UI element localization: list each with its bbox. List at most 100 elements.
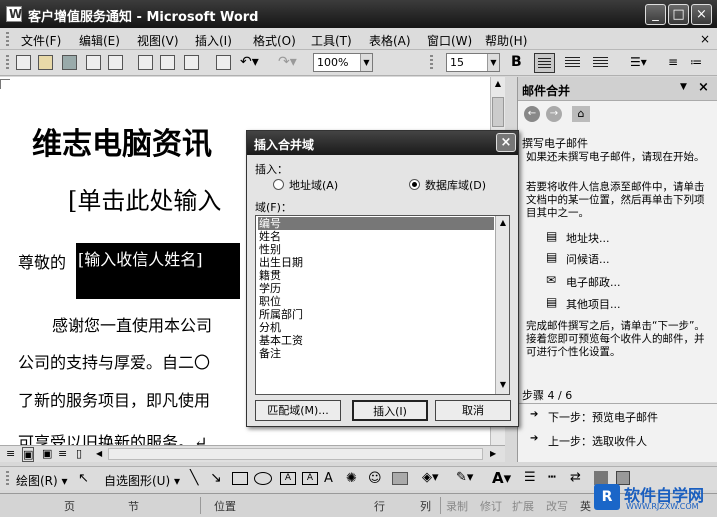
drawbar-grip[interactable] (6, 471, 9, 487)
autoshapes-menu[interactable]: 自选图形(U) ▾ (104, 472, 180, 489)
menu-format[interactable]: 格式(O) (253, 32, 296, 49)
doc-greeting-prefix[interactable]: 尊敬的 (18, 249, 66, 273)
list-item[interactable]: 分机 (258, 321, 494, 334)
link-previous-step[interactable]: 上一步：选取收件人 (548, 433, 647, 449)
spelling-icon[interactable] (184, 55, 199, 70)
oval-icon[interactable] (254, 472, 272, 485)
textbox-icon[interactable]: A (280, 472, 296, 485)
list-item[interactable]: 籍贯 (258, 269, 494, 282)
line-color-icon[interactable]: ✎▾ (456, 470, 473, 485)
list-item[interactable]: 备注 (258, 347, 494, 360)
scroll-right-icon[interactable]: ▶ (490, 449, 496, 458)
status-overtype[interactable]: 改写 (546, 498, 568, 514)
list-item[interactable]: 性别 (258, 243, 494, 256)
bold-button[interactable]: B (511, 54, 522, 70)
menu-edit[interactable]: 编辑(E) (79, 32, 120, 49)
dialog-close-icon[interactable]: × (496, 133, 516, 152)
list-item[interactable]: 职位 (258, 295, 494, 308)
home-icon[interactable]: ⌂ (572, 106, 590, 122)
align-left-button[interactable] (534, 53, 555, 73)
doc-paragraph-1[interactable]: 感谢您一直使用本公司 (52, 312, 212, 336)
radio-database-label[interactable]: 数据库域(D) (425, 177, 486, 193)
numbering-icon[interactable]: ≡ (668, 55, 678, 69)
scroll-up-icon[interactable]: ▲ (497, 218, 509, 227)
task-pane-menu-icon[interactable]: ▼ (680, 82, 687, 92)
menu-tools[interactable]: 工具(T) (311, 32, 352, 49)
menu-table[interactable]: 表格(A) (369, 32, 411, 49)
rectangle-icon[interactable] (232, 472, 248, 485)
link-next-step[interactable]: 下一步：预览电子邮件 (548, 409, 658, 425)
line-icon[interactable]: ╲ (190, 470, 198, 486)
list-item[interactable]: 基本工资 (258, 334, 494, 347)
open-folder-icon[interactable] (38, 55, 53, 70)
link-epostage[interactable]: 电子邮政... (566, 274, 621, 290)
format-painter-icon[interactable] (216, 55, 231, 70)
task-pane-close-icon[interactable]: × (698, 80, 709, 95)
menu-insert[interactable]: 插入(I) (195, 32, 232, 49)
radio-address-field[interactable] (273, 179, 284, 190)
bullets-icon[interactable]: ≔ (690, 55, 702, 69)
clipart-icon[interactable]: ☺ (368, 471, 382, 486)
font-size-select[interactable]: 15 ▼ (446, 53, 500, 72)
menubar-close-icon[interactable]: × (700, 32, 710, 46)
menu-view[interactable]: 视图(V) (137, 32, 179, 49)
word-app-icon[interactable] (6, 6, 22, 22)
diagram-icon[interactable]: ✺ (346, 471, 357, 486)
doc-subtitle[interactable]: [单击此处输入 (68, 181, 221, 216)
reading-view-icon[interactable]: ▯ (76, 447, 82, 460)
chevron-down-icon[interactable]: ▼ (487, 54, 499, 71)
arrow-style-icon[interactable]: ⇄ (570, 470, 581, 485)
picture-icon[interactable] (392, 472, 408, 485)
print-icon[interactable] (138, 55, 153, 70)
menu-window[interactable]: 窗口(W) (427, 32, 472, 49)
align-right-button[interactable] (590, 53, 611, 73)
doc-heading[interactable]: 维志电脑资讯 (32, 119, 212, 163)
link-address-block[interactable]: 地址块... (566, 230, 610, 246)
menu-help[interactable]: 帮助(H) (485, 32, 527, 49)
print-preview-icon[interactable] (160, 55, 175, 70)
link-more-items[interactable]: 其他项目... (566, 296, 621, 312)
draw-menu[interactable]: 绘图(R) ▾ (16, 472, 68, 489)
scroll-thumb[interactable] (492, 97, 504, 127)
print-view-icon[interactable]: ▣ (42, 447, 52, 460)
match-fields-button[interactable]: 匹配域(M)... (255, 400, 341, 421)
vertical-textbox-icon[interactable]: A (302, 472, 318, 485)
redo-icon[interactable]: ↷▾ (278, 54, 297, 70)
radio-database-field[interactable] (409, 179, 420, 190)
recipient-placeholder[interactable]: [输入收信人姓名] (76, 243, 240, 299)
permission-icon[interactable] (86, 55, 101, 70)
status-track-changes[interactable]: 修订 (480, 498, 502, 514)
list-item[interactable]: 出生日期 (258, 256, 494, 269)
minimize-button[interactable]: _ (645, 4, 666, 25)
list-item[interactable]: 所属部门 (258, 308, 494, 321)
insert-button[interactable]: 插入(I) (352, 400, 428, 421)
chevron-down-icon[interactable]: ▼ (360, 54, 372, 71)
email-icon[interactable] (108, 55, 123, 70)
list-item[interactable]: 学历 (258, 282, 494, 295)
doc-paragraph-2[interactable]: 公司的支持与厚爱。自二〇 (18, 349, 210, 373)
radio-address-label[interactable]: 地址域(A) (289, 177, 338, 193)
wordart-icon[interactable]: A (324, 471, 333, 486)
list-scrollbar[interactable]: ▲ ▼ (495, 216, 509, 394)
doc-paragraph-3[interactable]: 了新的服务项目，即凡使用 (18, 387, 210, 411)
dash-style-icon[interactable]: ┅ (548, 470, 556, 485)
menubar-grip[interactable] (6, 32, 9, 46)
arrow-icon[interactable]: ↘ (210, 470, 222, 486)
line-spacing-icon[interactable]: ☰▾ (630, 55, 647, 69)
maximize-button[interactable]: □ (668, 4, 689, 25)
dialog-title-bar[interactable]: 插入合并域 × (247, 131, 518, 155)
scroll-up-icon[interactable]: ▲ (492, 79, 504, 93)
list-item[interactable]: 姓名 (258, 230, 494, 243)
back-icon[interactable]: ← (524, 106, 540, 122)
list-item[interactable]: 编号 (258, 217, 494, 230)
horizontal-scrollbar[interactable] (108, 448, 483, 460)
undo-icon[interactable]: ↶▾ (240, 54, 259, 70)
scroll-down-icon[interactable]: ▼ (497, 380, 509, 389)
status-extend[interactable]: 扩展 (512, 498, 534, 514)
align-center-button[interactable] (562, 53, 583, 73)
fields-listbox[interactable]: 编号 姓名 性别 出生日期 籍贯 学历 职位 所属部门 分机 基本工资 备注 ▲… (255, 215, 510, 395)
menu-file[interactable]: 文件(F) (21, 32, 61, 49)
zoom-select[interactable]: 100% ▼ (313, 53, 373, 72)
status-record[interactable]: 录制 (446, 498, 468, 514)
select-objects-icon[interactable]: ↖ (78, 471, 89, 486)
